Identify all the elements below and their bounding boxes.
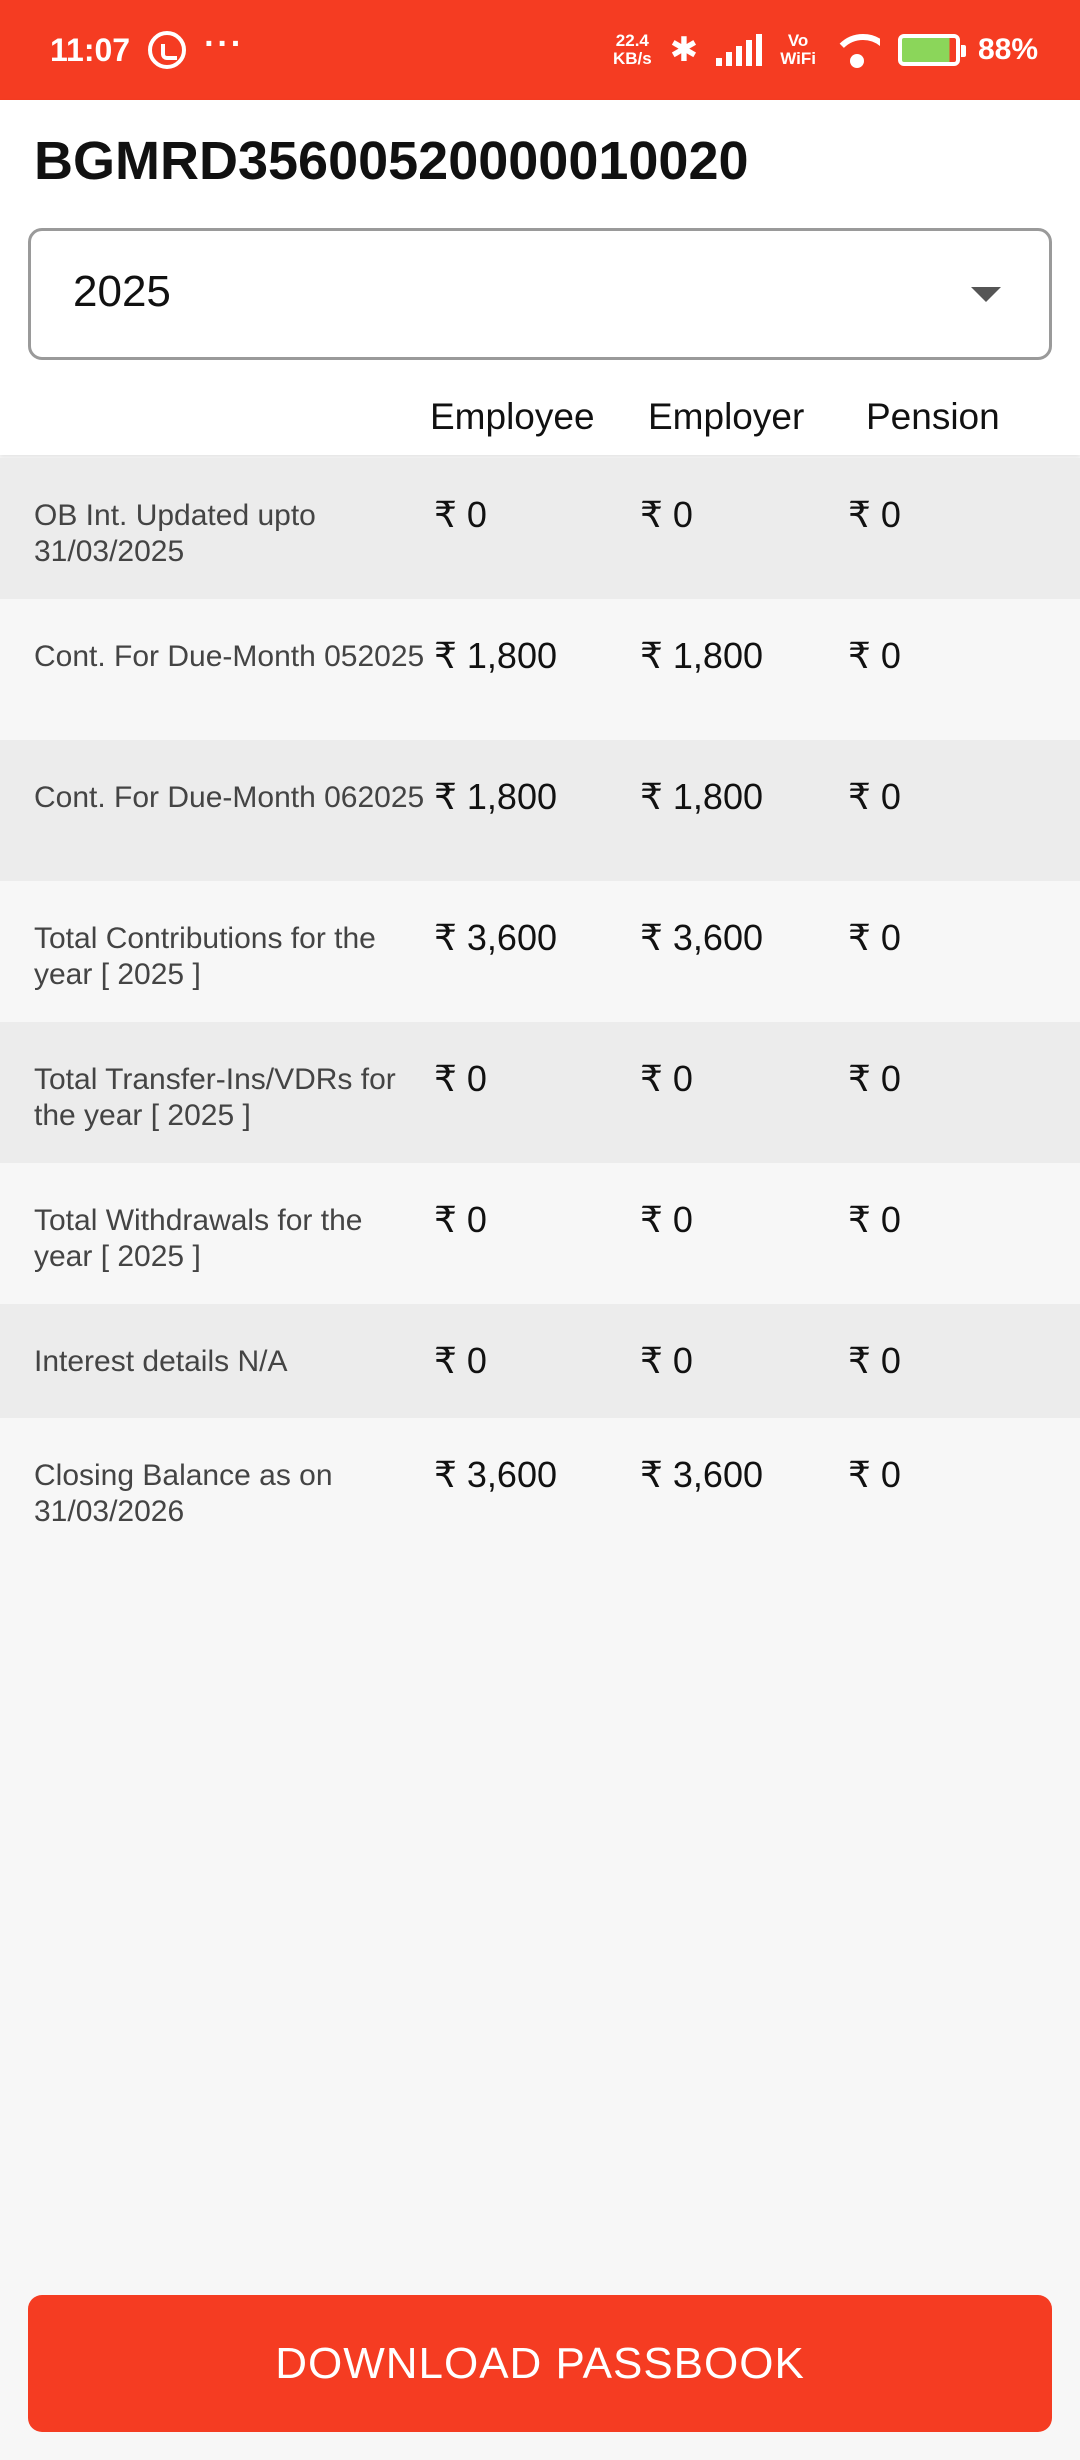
employee-amount: ₹ 1,800 — [434, 776, 557, 817]
employer-amount: ₹ 3,600 — [640, 1454, 763, 1495]
pension-amount: ₹ 0 — [848, 1340, 901, 1381]
employee-amount: ₹ 0 — [434, 1058, 487, 1099]
employer-amount: ₹ 3,600 — [640, 917, 763, 958]
employee-amount: ₹ 0 — [434, 1340, 487, 1381]
employee-amount: ₹ 1,800 — [434, 635, 557, 676]
table-row: Total Withdrawals for the year [ 2025 ] … — [0, 1163, 1080, 1304]
year-dropdown[interactable]: 2025 — [28, 228, 1052, 360]
status-bar: 11:07 ··· 22.4 KB/s ✱ Vo WiFi 88% — [0, 0, 1080, 100]
employee-amount: ₹ 0 — [434, 494, 487, 535]
column-header-pension: Pension — [866, 396, 1000, 437]
pension-amount: ₹ 0 — [848, 1058, 901, 1099]
employer-amount: ₹ 0 — [640, 1340, 693, 1381]
wifi-icon — [834, 32, 880, 68]
header-card: BGMRD35600520000010020 2025 Employee Emp… — [0, 100, 1080, 455]
row-label: Cont. For Due-Month 062025 — [34, 781, 425, 814]
row-label: Cont. For Due-Month 052025 — [34, 640, 425, 673]
row-label: OB Int. Updated upto 31/03/2025 — [34, 499, 316, 568]
network-speed: 22.4 KB/s — [613, 32, 652, 68]
pension-amount: ₹ 0 — [848, 776, 901, 817]
network-speed-unit: KB/s — [612, 49, 652, 68]
employee-amount: ₹ 3,600 — [434, 917, 557, 958]
employer-amount: ₹ 0 — [640, 1199, 693, 1240]
employer-amount: ₹ 1,800 — [640, 635, 763, 676]
table-row: Total Contributions for the year [ 2025 … — [0, 881, 1080, 1022]
vowifi-indicator: Vo WiFi — [780, 32, 816, 68]
vowifi-bottom: WiFi — [780, 49, 816, 68]
battery-icon — [897, 34, 966, 66]
table-row: OB Int. Updated upto 31/03/2025 ₹ 0 ₹ 0 … — [0, 458, 1080, 599]
status-time: 11:07 — [50, 31, 131, 68]
pension-amount: ₹ 0 — [848, 635, 901, 676]
column-header-employer: Employer — [648, 396, 805, 437]
row-label: Interest details N/A — [34, 1345, 288, 1378]
table-row: Closing Balance as on 31/03/2026 ₹ 3,600… — [0, 1418, 1080, 1559]
battery-percentage: 88% — [977, 33, 1038, 66]
row-label: Total Contributions for the year [ 2025 … — [34, 922, 376, 991]
year-dropdown-value: 2025 — [73, 267, 171, 316]
table-row: Interest details N/A ₹ 0 ₹ 0 ₹ 0 — [0, 1304, 1080, 1418]
dropdown-arrow-icon — [971, 287, 1001, 302]
pension-amount: ₹ 0 — [848, 494, 901, 535]
network-speed-value: 22.4 — [615, 31, 649, 50]
employer-amount: ₹ 0 — [640, 494, 693, 535]
employer-amount: ₹ 1,800 — [640, 776, 763, 817]
account-id-title: BGMRD35600520000010020 — [34, 131, 749, 191]
row-label: Closing Balance as on 31/03/2026 — [34, 1459, 333, 1528]
pension-amount: ₹ 0 — [848, 1454, 901, 1495]
status-bar-right: 22.4 KB/s ✱ Vo WiFi 88% — [613, 30, 1038, 70]
employee-amount: ₹ 3,600 — [434, 1454, 557, 1495]
download-passbook-button[interactable]: DOWNLOAD PASSBOOK — [28, 2295, 1052, 2432]
row-label: Total Withdrawals for the year [ 2025 ] — [34, 1204, 363, 1273]
employer-amount: ₹ 0 — [640, 1058, 693, 1099]
column-header-employee: Employee — [430, 396, 595, 437]
row-label: Total Transfer-Ins/VDRs for the year [ 2… — [34, 1063, 396, 1132]
signal-icon — [716, 34, 763, 66]
pension-amount: ₹ 0 — [848, 917, 901, 958]
table-row: Cont. For Due-Month 062025 ₹ 1,800 ₹ 1,8… — [0, 740, 1080, 881]
more-dots-icon: ··· — [204, 24, 245, 63]
vowifi-top: Vo — [787, 31, 809, 50]
pension-amount: ₹ 0 — [848, 1199, 901, 1240]
status-bar-left: 11:07 ··· — [50, 25, 244, 69]
whatsapp-icon — [148, 31, 187, 69]
table-row: Total Transfer-Ins/VDRs for the year [ 2… — [0, 1022, 1080, 1163]
passbook-table: OB Int. Updated upto 31/03/2025 ₹ 0 ₹ 0 … — [0, 458, 1080, 1559]
employee-amount: ₹ 0 — [434, 1199, 487, 1240]
table-row: Cont. For Due-Month 052025 ₹ 1,800 ₹ 1,8… — [0, 599, 1080, 740]
bluetooth-icon: ✱ — [669, 31, 699, 69]
